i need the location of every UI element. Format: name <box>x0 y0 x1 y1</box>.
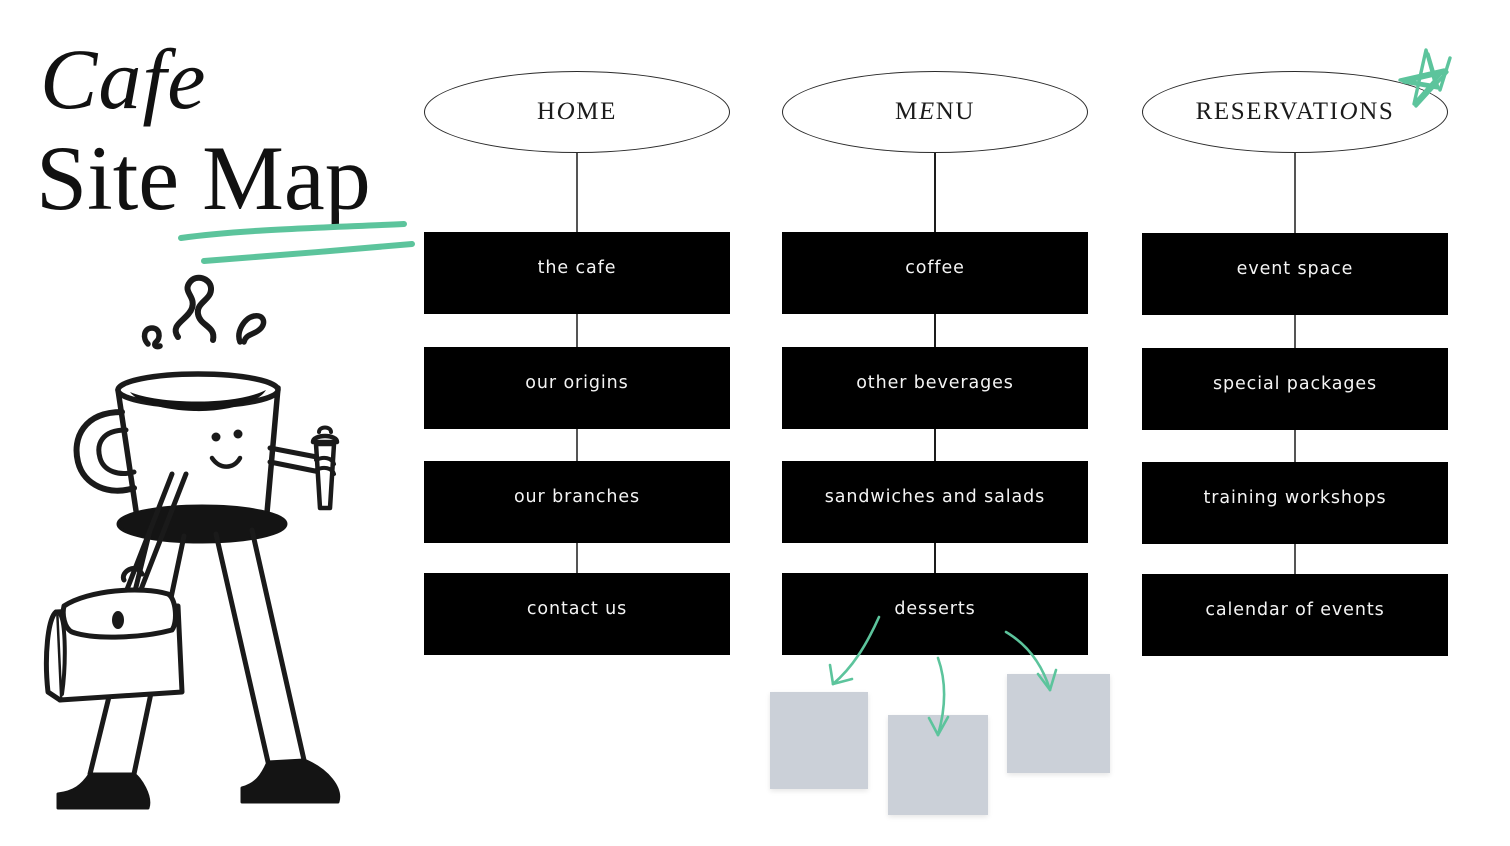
node-calendar-of-events[interactable]: calendar of events <box>1142 574 1448 656</box>
node-the-cafe[interactable]: the cafe <box>424 232 730 314</box>
page-title-line-2: Site Map <box>36 127 371 229</box>
node-label: coffee <box>905 258 965 278</box>
connector-node1-to-node2 <box>1294 315 1296 349</box>
site-map-canvas: Cafe Site Map H O ME the cafe our origin… <box>0 0 1510 846</box>
node-sandwiches-and-salads[interactable]: sandwiches and salads <box>782 461 1088 543</box>
connector-node3-to-node4 <box>934 543 936 574</box>
connector-node1-to-node2 <box>576 314 578 348</box>
node-label: our origins <box>525 373 629 393</box>
node-our-origins[interactable]: our origins <box>424 347 730 429</box>
connector-node1-to-node2 <box>934 314 936 348</box>
walking-coffee-cup-illustration <box>43 274 341 810</box>
connector-node3-to-node4 <box>1294 544 1296 575</box>
node-label: contact us <box>526 599 628 619</box>
connector-header-to-node1 <box>934 153 936 233</box>
node-label: event space <box>1236 259 1354 279</box>
node-coffee[interactable]: coffee <box>782 232 1088 314</box>
node-label: calendar of events <box>1205 600 1385 620</box>
node-training-workshops[interactable]: training workshops <box>1142 462 1448 544</box>
connector-node2-to-node3 <box>934 429 936 462</box>
dessert-image-placeholder-2[interactable] <box>888 715 988 815</box>
node-label: our branches <box>513 487 641 507</box>
connector-node2-to-node3 <box>1294 430 1296 463</box>
column-header-ellipse-reservations[interactable] <box>1142 71 1448 153</box>
column-reservations: RESERVATI O NS event space special package… <box>1132 0 1462 846</box>
connector-header-to-node1 <box>576 153 578 233</box>
node-label: special packages <box>1212 374 1378 394</box>
page-title-line-1: Cafe <box>40 31 207 127</box>
node-event-space[interactable]: event space <box>1142 233 1448 315</box>
connector-header-to-node1 <box>1294 153 1296 234</box>
column-header-ellipse-menu[interactable] <box>782 71 1088 153</box>
node-special-packages[interactable]: special packages <box>1142 348 1448 430</box>
dessert-image-placeholder-1[interactable] <box>770 692 868 789</box>
node-label: training workshops <box>1203 488 1387 508</box>
column-home: H O ME the cafe our origins our branches c… <box>414 0 744 846</box>
dessert-image-placeholder-3[interactable] <box>1007 674 1110 773</box>
node-desserts[interactable]: desserts <box>782 573 1088 655</box>
node-label: other beverages <box>856 373 1014 393</box>
node-label: sandwiches and salads <box>824 487 1046 507</box>
node-label: desserts <box>894 599 976 619</box>
node-contact-us[interactable]: contact us <box>424 573 730 655</box>
page-title: Cafe Site Map <box>36 36 415 264</box>
column-header-ellipse-home[interactable] <box>424 71 730 153</box>
connector-node2-to-node3 <box>576 429 578 462</box>
node-our-branches[interactable]: our branches <box>424 461 730 543</box>
node-label: the cafe <box>537 258 617 278</box>
node-other-beverages[interactable]: other beverages <box>782 347 1088 429</box>
connector-node3-to-node4 <box>576 543 578 574</box>
